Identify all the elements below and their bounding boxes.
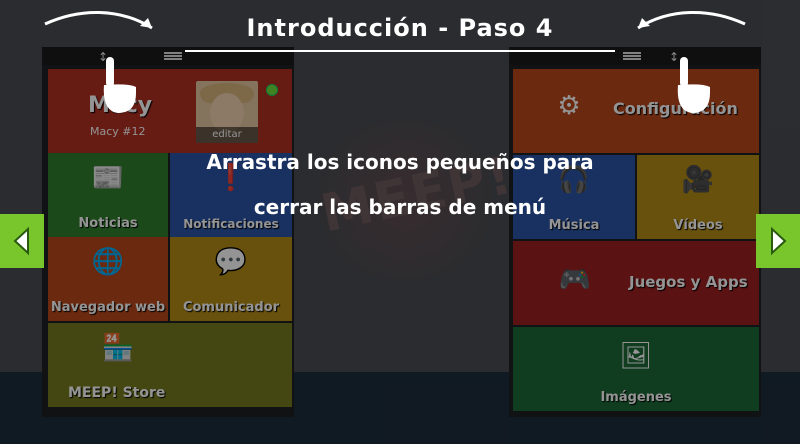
next-step-button[interactable] [756, 214, 800, 268]
curved-arrow-left-icon [44, 10, 153, 30]
curved-arrow-right-icon [637, 10, 746, 30]
instruction-line: cerrar las barras de menú [253, 195, 547, 219]
arrow-left-icon [13, 226, 29, 256]
tutorial-instructions: Arrastra los iconos pequeños para cerrar… [160, 140, 640, 230]
pointing-hand-icon [103, 57, 136, 113]
pointing-hand-icon [677, 57, 710, 113]
previous-step-button[interactable] [0, 214, 44, 268]
tutorial-title: Introducción - Paso 4 [246, 14, 554, 42]
arrow-right-icon [771, 226, 787, 256]
instruction-line: Arrastra los iconos pequeños para [206, 150, 594, 174]
title-underline [185, 50, 615, 52]
